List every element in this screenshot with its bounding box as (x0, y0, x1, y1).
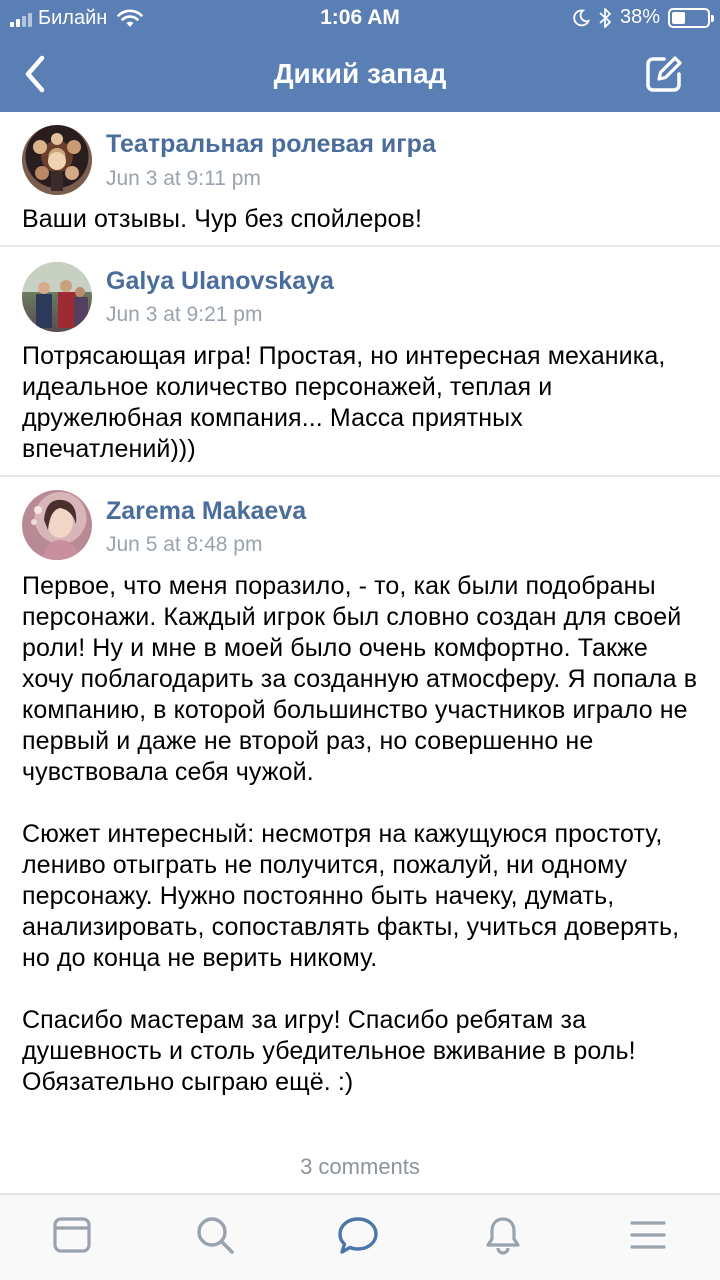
compose-button[interactable] (644, 54, 684, 94)
post-date: Jun 3 at 9:11 pm (106, 167, 261, 190)
news-icon (53, 1217, 91, 1253)
post-text: Ваши отзывы. Чур без спойлеров! (22, 204, 698, 235)
navigation-bar: Дикий запад (0, 36, 720, 112)
avatar[interactable] (22, 490, 92, 560)
menu-icon (630, 1221, 666, 1249)
post-header: Zarema Makaeva Jun 5 at 8:48 pm (22, 477, 698, 561)
avatar-image (33, 133, 81, 191)
page-title: Дикий запад (273, 58, 447, 89)
post-paragraph: Ваши отзывы. Чур без спойлеров! (22, 205, 422, 233)
status-right: 38% (572, 6, 714, 29)
avatar-image (22, 262, 92, 328)
battery-icon (668, 7, 714, 28)
post: Zarema Makaeva Jun 5 at 8:48 pm Первое, … (0, 477, 720, 1137)
post-header: Театральная ролевая игра Jun 3 at 9:11 p… (22, 112, 698, 196)
post-header: Galya Ulanovskaya Jun 3 at 9:21 pm (22, 247, 698, 332)
messages-icon (338, 1217, 378, 1254)
battery-percent: 38% (619, 6, 660, 28)
tab-news[interactable] (50, 1213, 94, 1257)
author-name[interactable]: Театральная ролевая игра (106, 130, 436, 159)
tab-search[interactable] (193, 1213, 237, 1257)
post-paragraph: Спасибо мастерам за игру! Спасибо ребята… (22, 1006, 636, 1096)
tab-messages[interactable] (336, 1213, 380, 1257)
moon-icon (573, 9, 590, 26)
comments-count[interactable]: 3 comments (0, 1154, 720, 1180)
tab-notifications[interactable] (481, 1213, 525, 1257)
post-date: Jun 3 at 9:21 pm (106, 303, 263, 326)
post-paragraph: Сюжет интересный: несмотря на кажущуюся … (22, 820, 680, 972)
author-name[interactable]: Zarema Makaeva (106, 497, 306, 526)
post-text: Первое, что меня поразило, - то, как был… (22, 571, 698, 1098)
post-paragraph: Первое, что меня поразило, - то, как был… (22, 572, 698, 786)
post-date: Jun 5 at 8:48 pm (106, 533, 263, 556)
tab-bar (0, 1193, 720, 1280)
status-bar: Билайн 1:06 AM 38% (0, 0, 720, 36)
search-icon (197, 1217, 234, 1254)
avatar-image (31, 499, 80, 560)
battery-level (672, 11, 685, 24)
post-text: Потрясающая игра! Простая, но интересная… (22, 341, 698, 465)
post: Galya Ulanovskaya Jun 3 at 9:21 pm Потря… (0, 247, 720, 477)
avatar[interactable] (22, 125, 92, 195)
post: Театральная ролевая игра Jun 3 at 9:11 p… (0, 112, 720, 247)
notifications-icon (486, 1217, 520, 1255)
author-name[interactable]: Galya Ulanovskaya (106, 267, 334, 296)
tab-menu[interactable] (626, 1213, 670, 1257)
compose-icon (646, 56, 682, 92)
avatar[interactable] (22, 262, 92, 332)
post-paragraph: Потрясающая игра! Простая, но интересная… (22, 342, 666, 463)
discussion-feed: Театральная ролевая игра Jun 3 at 9:11 p… (0, 112, 720, 1137)
bluetooth-icon (599, 7, 611, 28)
